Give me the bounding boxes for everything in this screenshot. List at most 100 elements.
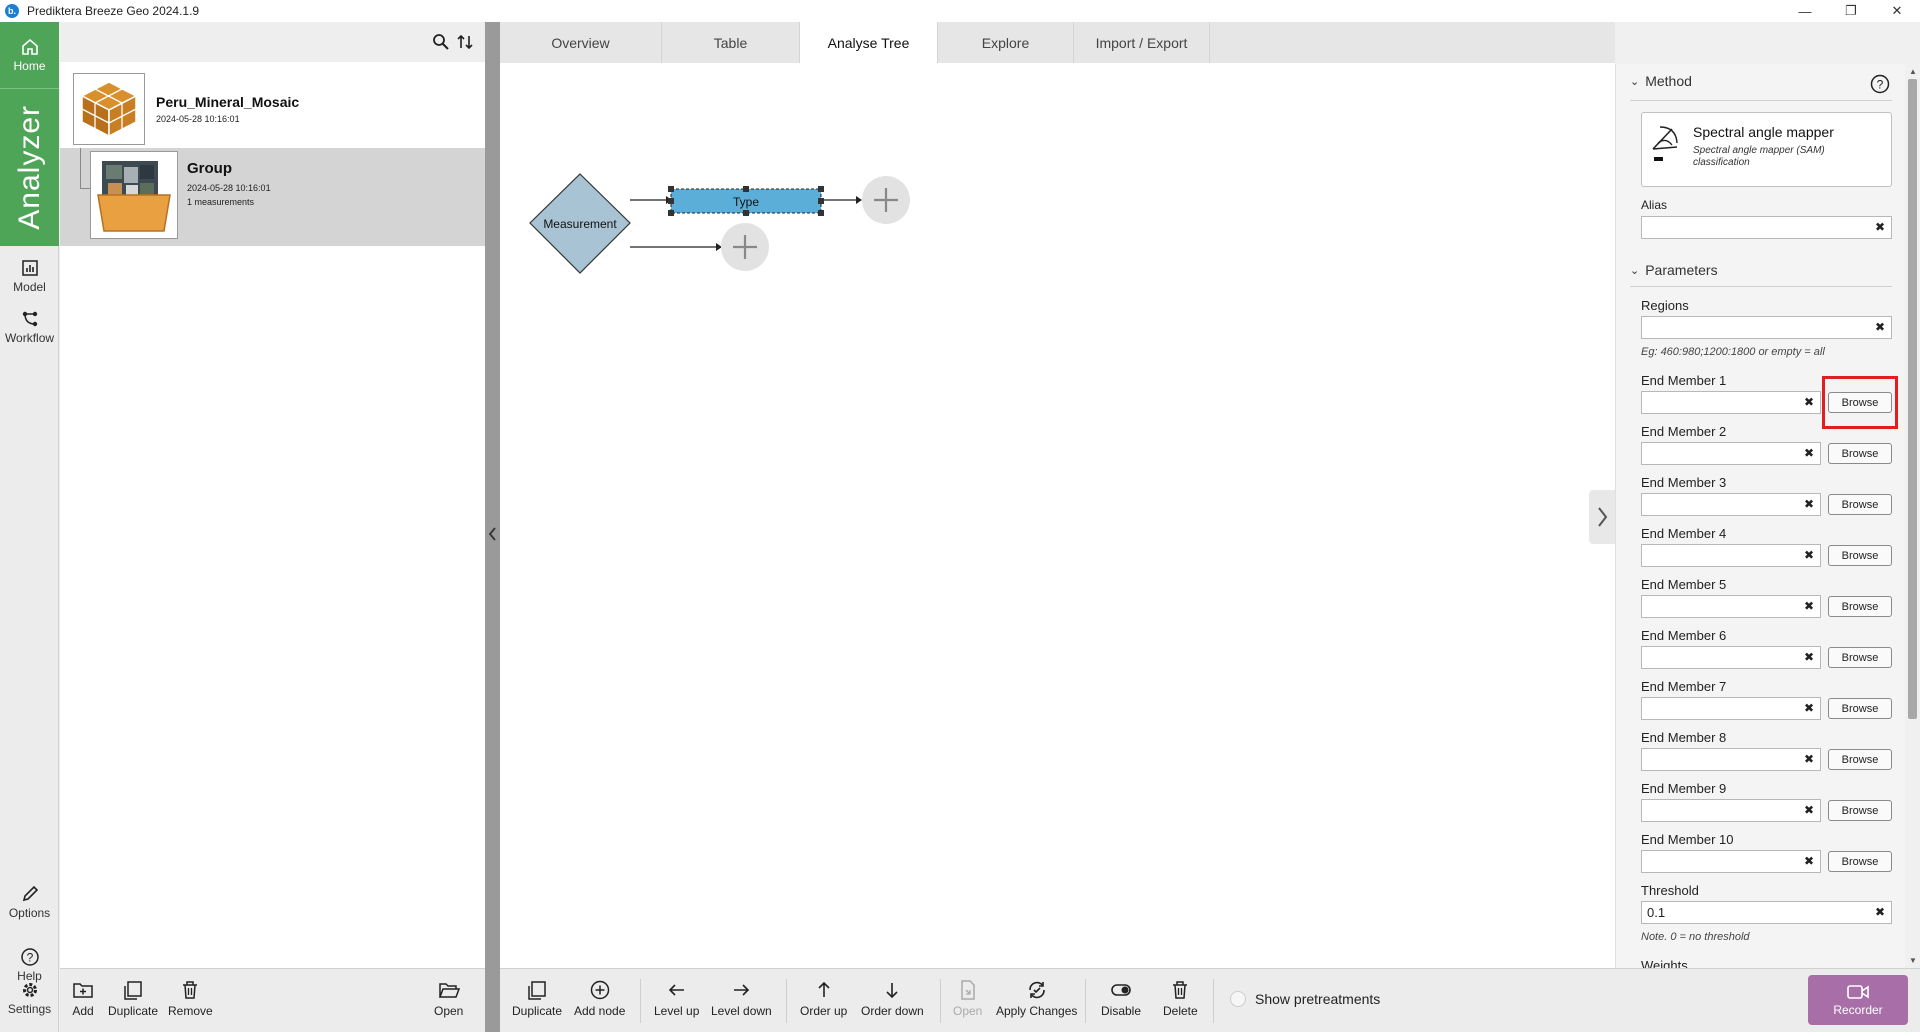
duplicate-button[interactable]: Duplicate [108,979,158,1018]
end-member-input[interactable]: ✖ [1641,697,1821,720]
clear-icon[interactable]: ✖ [1804,497,1814,511]
clear-icon[interactable]: ✖ [1804,701,1814,715]
clear-icon[interactable]: ✖ [1804,395,1814,409]
order-down-button[interactable]: Order down [861,979,924,1018]
restore-button[interactable]: ❐ [1828,0,1874,22]
show-pretreatments-toggle[interactable]: Show pretreatments [1230,991,1380,1007]
browse-button[interactable]: Browse [1828,647,1892,668]
clear-icon[interactable]: ✖ [1875,905,1885,919]
clear-icon[interactable]: ✖ [1804,854,1814,868]
sort-icon[interactable] [456,33,474,51]
scrollbar-thumb[interactable] [1908,79,1917,719]
add-node-plus-icon[interactable] [862,176,910,224]
nav-help[interactable]: ? Help [0,947,59,983]
remove-button[interactable]: Remove [168,979,213,1018]
threshold-label: Threshold [1641,883,1699,898]
clear-icon[interactable]: ✖ [1804,650,1814,664]
panel-splitter[interactable] [485,22,500,1032]
clear-icon[interactable]: ✖ [1804,752,1814,766]
nav-workflow[interactable]: Workflow [0,309,59,345]
group-title: Group [187,160,232,177]
tree-toolbar [60,22,485,62]
open-node-label: Open [953,1004,983,1018]
collapse-right-panel-button[interactable] [1589,490,1615,544]
end-member-label: End Member 3 [1641,475,1727,490]
threshold-hint: Note. 0 = no threshold [1641,931,1750,943]
end-member-label: End Member 4 [1641,526,1727,541]
browse-button[interactable]: Browse [1828,545,1892,566]
end-member-input[interactable]: ✖ [1641,493,1821,516]
recorder-button[interactable]: Recorder [1808,975,1908,1025]
analyse-tree-toolbar: Duplicate Add node Level up Level down O… [500,968,1920,1032]
minimize-button[interactable]: — [1782,0,1828,22]
browse-button[interactable]: Browse [1828,443,1892,464]
level-up-button[interactable]: Level up [654,979,699,1018]
remove-label: Remove [168,1004,213,1018]
clear-icon[interactable]: ✖ [1804,548,1814,562]
method-name: Spectral angle mapper [1693,124,1834,140]
tab-table[interactable]: Table [662,22,800,63]
duplicate-node-button[interactable]: Duplicate [512,979,562,1018]
clear-icon[interactable]: ✖ [1875,220,1885,234]
add-node-button[interactable]: Add node [574,979,625,1018]
right-panel-scrollbar[interactable]: ▲ ▼ [1905,64,1920,968]
tree-item-project[interactable]: Peru_Mineral_Mosaic 2024-05-28 10:16:01 [60,66,485,148]
end-member-input[interactable]: ✖ [1641,544,1821,567]
help-icon[interactable]: ? [1870,74,1890,94]
open-node-button[interactable]: Open [953,979,982,1018]
method-card[interactable]: Spectral angle mapper Spectral angle map… [1641,112,1892,187]
order-up-button[interactable]: Order up [800,979,847,1018]
browse-button[interactable]: Browse [1828,494,1892,515]
apply-changes-button[interactable]: Apply Changes [996,979,1077,1018]
parameters-section-header[interactable]: ⌄ Parameters [1630,262,1718,278]
clear-icon[interactable]: ✖ [1804,803,1814,817]
end-member-input[interactable]: ✖ [1641,646,1821,669]
end-member-input[interactable]: ✖ [1641,391,1821,414]
disable-button[interactable]: Disable [1101,979,1141,1018]
nav-analyzer[interactable]: Analyzer [0,88,59,246]
close-window-button[interactable]: ✕ [1874,0,1920,22]
nav-model[interactable]: Model [0,258,59,294]
browse-button[interactable]: Browse [1828,698,1892,719]
tree-item-group[interactable]: Group 2024-05-28 10:16:01 1 measurements [60,148,485,246]
nav-home[interactable]: Home [0,22,59,88]
search-icon[interactable] [432,33,450,51]
nav-settings[interactable]: Settings [0,980,59,1016]
end-member-input[interactable]: ✖ [1641,799,1821,822]
tab-analyse-tree[interactable]: Analyse Tree [800,22,938,63]
threshold-input[interactable]: 0.1 ✖ [1641,901,1892,924]
pencil-icon [22,885,38,902]
tab-overview[interactable]: Overview [500,22,662,63]
alias-input[interactable]: ✖ [1641,216,1892,239]
tab-explore[interactable]: Explore [938,22,1074,63]
level-down-button[interactable]: Level down [711,979,772,1018]
end-member-input[interactable]: ✖ [1641,748,1821,771]
open-label: Open [434,1004,464,1018]
clear-icon[interactable]: ✖ [1804,599,1814,613]
scroll-up-arrow[interactable]: ▲ [1909,67,1917,76]
clear-icon[interactable]: ✖ [1804,446,1814,460]
end-member-label: End Member 9 [1641,781,1727,796]
method-section-header[interactable]: ⌄ Method [1630,73,1692,89]
browse-button[interactable]: Browse [1828,800,1892,821]
chevron-left-icon[interactable] [488,527,497,541]
scroll-down-arrow[interactable]: ▼ [1909,956,1917,965]
regions-input[interactable]: ✖ [1641,316,1892,339]
browse-button[interactable]: Browse [1828,749,1892,770]
tab-import-export[interactable]: Import / Export [1074,22,1210,63]
node-type[interactable]: Type [668,186,824,216]
node-measurement[interactable]: Measurement [529,173,631,274]
add-node-plus-icon[interactable] [721,223,769,271]
browse-button[interactable]: Browse [1828,851,1892,872]
delete-button[interactable]: Delete [1163,979,1198,1018]
clear-icon[interactable]: ✖ [1875,320,1885,334]
open-button[interactable]: Open [434,979,463,1018]
end-member-input[interactable]: ✖ [1641,442,1821,465]
tab-bar: Overview Table Analyse Tree Explore Impo… [500,22,1615,63]
browse-button[interactable]: Browse [1828,596,1892,617]
add-button[interactable]: Add [72,979,94,1018]
arrow-up-icon [818,981,830,997]
end-member-input[interactable]: ✖ [1641,595,1821,618]
nav-options[interactable]: Options [0,884,59,920]
end-member-input[interactable]: ✖ [1641,850,1821,873]
